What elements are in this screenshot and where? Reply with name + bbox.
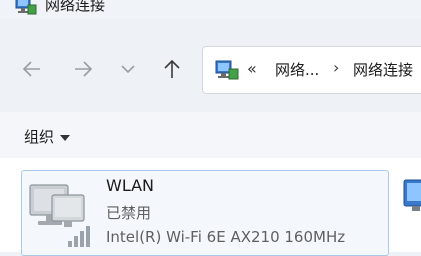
- arrow-up-icon: [163, 59, 181, 79]
- up-button[interactable]: [160, 56, 184, 82]
- chevron-down-icon: [120, 64, 136, 74]
- arrow-right-icon: [73, 60, 93, 78]
- wireless-adapter-icon: [28, 181, 94, 251]
- recent-locations-button[interactable]: [116, 56, 140, 82]
- network-connections-icon: [215, 59, 239, 81]
- address-overflow-button[interactable]: «: [247, 59, 257, 78]
- forward-button[interactable]: [71, 56, 95, 82]
- connection-item-wlan[interactable]: WLAN 已禁用 Intel(R) Wi-Fi 6E AX210 160MHz: [21, 170, 389, 256]
- arrow-left-icon: [22, 60, 42, 78]
- breadcrumb-separator[interactable]: ›: [333, 58, 339, 77]
- connection-name: WLAN: [106, 176, 155, 195]
- breadcrumb-network-connections[interactable]: 网络连接: [353, 59, 413, 80]
- address-bar[interactable]: « 网络... › 网络连接: [202, 46, 421, 94]
- network-connections-icon: [15, 0, 37, 16]
- window-title: 网络连接: [45, 0, 106, 14]
- connection-adapter: Intel(R) Wi-Fi 6E AX210 160MHz: [106, 228, 346, 246]
- command-bar: 组织: [0, 112, 421, 158]
- connection-status: 已禁用: [106, 204, 152, 222]
- connections-list: WLAN 已禁用 Intel(R) Wi-Fi 6E AX210 160MHz: [0, 158, 421, 256]
- back-button[interactable]: [20, 56, 44, 82]
- organize-label: 组织: [24, 128, 55, 146]
- network-adapter-icon[interactable]: [402, 176, 421, 220]
- caret-down-icon: [60, 134, 71, 141]
- title-bar: 网络连接: [0, 0, 421, 19]
- organize-menu-button[interactable]: 组织: [24, 126, 71, 147]
- breadcrumb-network[interactable]: 网络...: [275, 59, 319, 80]
